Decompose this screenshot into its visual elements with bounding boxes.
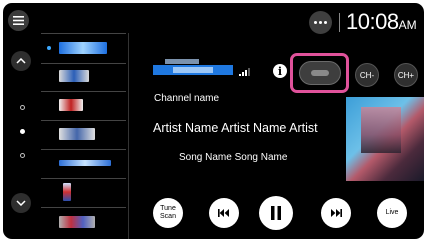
info-icon[interactable]: i bbox=[273, 64, 287, 78]
more-icon bbox=[314, 21, 327, 24]
status-divider bbox=[339, 13, 340, 32]
preset-item-4[interactable] bbox=[41, 120, 126, 150]
album-art bbox=[346, 97, 424, 181]
placeholder-icon bbox=[311, 70, 329, 76]
preset-item-2[interactable] bbox=[41, 62, 126, 92]
song-name: Song Name Song Name bbox=[179, 152, 288, 163]
station-logo bbox=[59, 70, 89, 82]
channel-up-button[interactable]: CH+ bbox=[394, 63, 418, 87]
preset-item-1[interactable] bbox=[41, 33, 126, 64]
skip-back-button[interactable] bbox=[209, 198, 239, 228]
preset-list bbox=[41, 33, 126, 239]
list-divider bbox=[128, 33, 129, 239]
menu-button[interactable] bbox=[8, 10, 29, 31]
page-indicator-dot-2 bbox=[20, 129, 25, 134]
skip-forward-icon bbox=[331, 209, 342, 217]
page-indicator-dot-3 bbox=[20, 153, 25, 158]
chevron-down-icon bbox=[16, 200, 26, 206]
station-logo bbox=[63, 183, 71, 201]
station-logo bbox=[59, 99, 83, 111]
live-button[interactable]: Live bbox=[377, 198, 407, 228]
station-logo bbox=[59, 216, 95, 228]
more-options-button[interactable] bbox=[309, 11, 332, 34]
radio-screen: 10:08AM i CH- CH+ Channel name Artist Na… bbox=[3, 3, 424, 239]
station-logo bbox=[59, 160, 111, 166]
skip-back-icon bbox=[218, 209, 229, 217]
tune-scan-button[interactable]: Tune Scan bbox=[153, 198, 183, 228]
live-label: Live bbox=[385, 209, 399, 216]
artist-name: Artist Name Artist Name Artist bbox=[153, 121, 318, 135]
active-preset-marker bbox=[47, 46, 51, 50]
station-logo bbox=[59, 42, 107, 54]
scroll-down-button[interactable] bbox=[11, 193, 31, 213]
skip-forward-button[interactable] bbox=[321, 198, 351, 228]
preset-item-3[interactable] bbox=[41, 91, 126, 121]
signal-icon bbox=[239, 68, 250, 76]
preset-item-5[interactable] bbox=[41, 149, 126, 179]
station-logo bbox=[59, 128, 95, 140]
clock-time: 10:08 bbox=[346, 9, 399, 34]
pause-icon bbox=[271, 206, 281, 220]
scroll-up-button[interactable] bbox=[11, 51, 31, 71]
page-indicator-dot-1 bbox=[20, 105, 25, 110]
channel-name: Channel name bbox=[154, 93, 220, 104]
menu-icon bbox=[13, 16, 24, 25]
clock-ampm: AM bbox=[398, 18, 417, 32]
chevron-up-icon bbox=[16, 58, 26, 64]
pause-button[interactable] bbox=[259, 196, 293, 230]
tune-scan-label: Tune Scan bbox=[160, 205, 176, 220]
clock: 10:08AM bbox=[346, 9, 417, 38]
preset-item-6[interactable] bbox=[41, 178, 126, 208]
channel-logo bbox=[153, 59, 233, 79]
favorite-toggle-button[interactable] bbox=[299, 61, 341, 85]
channel-down-button[interactable]: CH- bbox=[355, 63, 379, 87]
preset-item-7[interactable] bbox=[41, 207, 126, 236]
